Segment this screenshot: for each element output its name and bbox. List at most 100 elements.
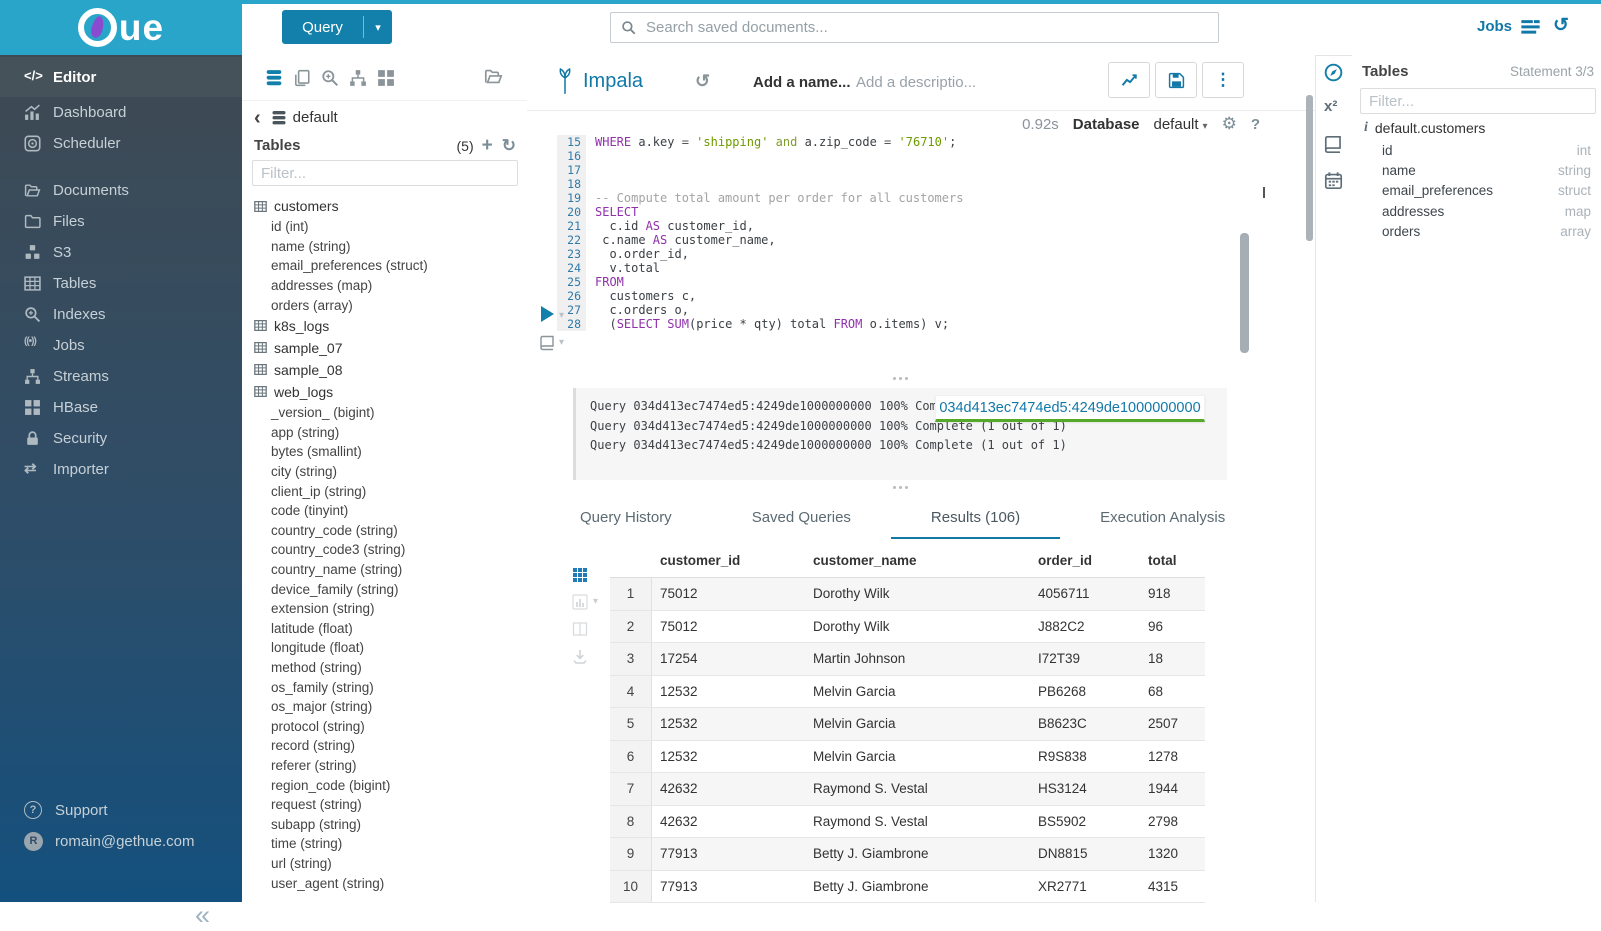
column-item[interactable]: code (tinyint)	[242, 501, 527, 521]
column-item[interactable]: idint	[1352, 140, 1601, 160]
table-row[interactable]: 512532Melvin GarciaB8623C2507	[610, 708, 1205, 741]
active-table[interactable]: i default.customers	[1364, 120, 1485, 136]
database-select[interactable]: default▾	[1154, 116, 1208, 133]
more-actions-button[interactable]: ⋮	[1202, 62, 1244, 98]
open-documents-icon[interactable]	[483, 67, 505, 87]
column-item[interactable]: region_code (bigint)	[242, 775, 527, 795]
add-table-icon[interactable]: +	[482, 139, 493, 153]
column-item[interactable]: os_family (string)	[242, 677, 527, 697]
sidebar-item-documents[interactable]: Documents	[0, 175, 242, 206]
collapse-sidebar-button[interactable]: «	[195, 900, 210, 931]
column-item[interactable]: app (string)	[242, 423, 527, 443]
table-row[interactable]: 175012Dorothy Wilk4056711918	[610, 578, 1205, 611]
sidebar-item-editor[interactable]: </>Editor	[0, 57, 242, 97]
column-item[interactable]: request (string)	[242, 795, 527, 815]
engine-name[interactable]: Impala	[583, 70, 643, 93]
column-item[interactable]: _version_ (bigint)	[242, 403, 527, 423]
column-item[interactable]: city (string)	[242, 462, 527, 482]
document-search[interactable]	[610, 12, 1219, 43]
column-item[interactable]: country_code3 (string)	[242, 540, 527, 560]
gear-icon[interactable]: ⚙	[1222, 114, 1237, 134]
column-item[interactable]: url (string)	[242, 854, 527, 874]
column-item[interactable]: record (string)	[242, 736, 527, 756]
database-name[interactable]: default	[293, 109, 338, 126]
column-item[interactable]: referer (string)	[242, 756, 527, 776]
query-history-icon[interactable]: ↺	[1553, 14, 1569, 37]
chart-button[interactable]	[1108, 62, 1150, 98]
sidebar-item-indexes[interactable]: Indexes	[0, 299, 242, 330]
table-row[interactable]: 1077913Betty J. GiambroneXR27714315	[610, 871, 1205, 904]
column-item[interactable]: name (string)	[242, 237, 527, 257]
resize-handle[interactable]	[889, 486, 911, 490]
sql-editor[interactable]: 15WHERE a.key = 'shipping' and a.zip_cod…	[557, 135, 1257, 331]
column-item[interactable]: email_preferencesstruct	[1352, 181, 1601, 201]
column-item[interactable]: client_ip (string)	[242, 481, 527, 501]
hue-logo[interactable]: ue	[0, 0, 242, 55]
column-item[interactable]: id (int)	[242, 217, 527, 237]
resize-handle[interactable]	[889, 377, 911, 381]
sidebar-item-dashboard[interactable]: Dashboard	[0, 97, 242, 128]
sidebar-item-user[interactable]: Rromain@gethue.com	[0, 826, 242, 857]
sidebar-item-files[interactable]: Files	[0, 206, 242, 237]
table-row[interactable]: 612532Melvin GarciaR9S8381278	[610, 741, 1205, 774]
table-item[interactable]: k8s_logs	[242, 315, 527, 337]
column-item[interactable]: device_family (string)	[242, 579, 527, 599]
tab-saved-queries[interactable]: Saved Queries	[712, 503, 891, 537]
table-row[interactable]: 317254Martin JohnsonI72T3918	[610, 643, 1205, 676]
tab-results[interactable]: Results (106)	[891, 503, 1060, 539]
column-item[interactable]: addresses (map)	[242, 276, 527, 296]
language-reference-icon[interactable]	[539, 335, 556, 351]
query-description-field[interactable]: Add a descriptio...	[856, 74, 976, 91]
column-item[interactable]: addressesmap	[1352, 201, 1601, 221]
reference-options-icon[interactable]: ▾	[559, 337, 564, 348]
chevron-down-icon[interactable]: ▾	[364, 21, 392, 34]
column-item[interactable]: orders (array)	[242, 295, 527, 315]
column-item[interactable]: longitude (float)	[242, 638, 527, 658]
query-name-field[interactable]: Add a name...	[753, 74, 851, 91]
column-item[interactable]: extension (string)	[242, 599, 527, 619]
sidebar-item-jobs[interactable]: ((•))Jobs	[0, 330, 242, 361]
schedule-panel-button[interactable]	[1315, 163, 1352, 197]
right-filter-input[interactable]	[1360, 88, 1596, 114]
download-icon[interactable]	[572, 649, 588, 665]
column-item[interactable]: os_major (string)	[242, 697, 527, 717]
assist-databases-button[interactable]	[260, 67, 288, 89]
table-item[interactable]: customers	[242, 195, 527, 217]
grid-view-icon[interactable]	[572, 567, 588, 583]
sidebar-item-security[interactable]: Security	[0, 423, 242, 454]
search-input[interactable]	[644, 18, 1218, 37]
assist-documents-button[interactable]	[288, 67, 316, 89]
sidebar-item-streams[interactable]: Streams	[0, 361, 242, 392]
column-item[interactable]: country_name (string)	[242, 560, 527, 580]
sidebar-item-tables[interactable]: Tables	[0, 268, 242, 299]
save-button[interactable]	[1155, 62, 1197, 98]
assist-apps-button[interactable]	[372, 67, 400, 89]
assist-search-button[interactable]	[316, 67, 344, 89]
back-chevron-icon[interactable]: ‹	[254, 111, 261, 125]
column-item[interactable]: ordersarray	[1352, 221, 1601, 241]
tab-query-history[interactable]: Query History	[540, 503, 712, 537]
column-item[interactable]: protocol (string)	[242, 716, 527, 736]
panel-scrollbar[interactable]	[1306, 95, 1313, 241]
table-item[interactable]: web_logs	[242, 381, 527, 403]
table-row[interactable]: 977913Betty J. GiambroneDN88151320	[610, 838, 1205, 871]
column-item[interactable]: bytes (smallint)	[242, 442, 527, 462]
column-item[interactable]: namestring	[1352, 160, 1601, 180]
right-assist-toggle-button[interactable]	[1315, 55, 1352, 89]
sidebar-item-importer[interactable]: ⇄Importer	[0, 454, 242, 485]
columns-view-icon[interactable]	[572, 621, 588, 637]
table-row[interactable]: 842632Raymond S. VestalBS59022798	[610, 806, 1205, 839]
table-item[interactable]: sample_08	[242, 359, 527, 381]
table-filter-input[interactable]	[252, 160, 518, 186]
assist-workflows-button[interactable]	[344, 67, 372, 89]
column-item[interactable]: subapp (string)	[242, 814, 527, 834]
table-row[interactable]: 412532Melvin GarciaPB626868	[610, 676, 1205, 709]
editor-scrollbar[interactable]	[1240, 233, 1249, 353]
tab-execution-analysis[interactable]: Execution Analysis	[1060, 503, 1265, 537]
column-item[interactable]: method (string)	[242, 658, 527, 678]
query-history-icon[interactable]: ↺	[695, 71, 710, 92]
table-row[interactable]: 742632Raymond S. VestalHS31241944	[610, 773, 1205, 806]
chart-options-icon[interactable]: ▾	[593, 596, 598, 607]
language-reference-button[interactable]	[1315, 127, 1352, 161]
functions-panel-button[interactable]: x²	[1315, 91, 1352, 125]
